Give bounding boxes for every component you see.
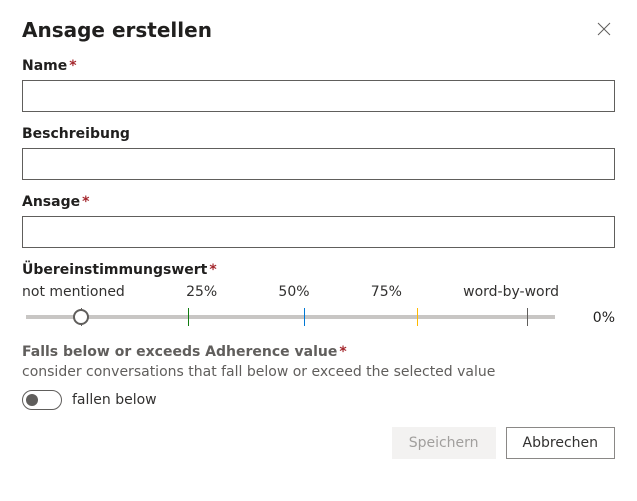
match-slider-label: Übereinstimmungswert*: [22, 262, 615, 278]
announcement-label-text: Ansage: [22, 194, 80, 210]
match-slider-field: Übereinstimmungswert* not mentioned 25% …: [22, 262, 615, 326]
slider-tick-labels: not mentioned 25% 50% 75% word-by-word: [22, 284, 559, 300]
adherence-toggle-row: fallen below: [22, 390, 615, 410]
save-button[interactable]: Speichern: [392, 427, 496, 459]
slider-area: not mentioned 25% 50% 75% word-by-word: [22, 284, 559, 326]
adherence-section: Falls below or exceeds Adherence value* …: [22, 344, 615, 410]
close-button[interactable]: [593, 18, 615, 40]
required-star: *: [339, 344, 346, 360]
description-input[interactable]: [22, 148, 615, 180]
name-label-text: Name: [22, 58, 67, 74]
dialog-header: Ansage erstellen: [22, 18, 615, 42]
dialog-footer: Speichern Abbrechen: [392, 427, 615, 459]
dialog-title: Ansage erstellen: [22, 18, 212, 42]
slider-tick-75: 75%: [371, 284, 402, 300]
match-slider-label-text: Übereinstimmungswert: [22, 262, 207, 278]
required-star: *: [209, 262, 216, 278]
description-field: Beschreibung: [22, 126, 615, 180]
adherence-helper: consider conversations that fall below o…: [22, 364, 615, 380]
close-icon: [597, 22, 611, 36]
name-label: Name*: [22, 58, 615, 74]
slider-tick-50: 50%: [278, 284, 309, 300]
description-label: Beschreibung: [22, 126, 615, 142]
adherence-title-text: Falls below or exceeds Adherence value: [22, 344, 337, 360]
adherence-title: Falls below or exceeds Adherence value*: [22, 344, 615, 360]
adherence-toggle-label: fallen below: [72, 392, 157, 408]
create-announcement-dialog: Ansage erstellen Name* Beschreibung Ansa…: [0, 0, 637, 501]
toggle-knob: [26, 394, 38, 406]
slider-tick-max: word-by-word: [463, 284, 559, 300]
slider-tick-min: not mentioned: [22, 284, 125, 300]
announcement-label: Ansage*: [22, 194, 615, 210]
required-star: *: [82, 194, 89, 210]
slider-thumb[interactable]: [73, 309, 89, 325]
slider-track[interactable]: [22, 308, 559, 326]
slider-wrap: not mentioned 25% 50% 75% word-by-word 0…: [22, 284, 615, 326]
name-field: Name*: [22, 58, 615, 112]
name-input[interactable]: [22, 80, 615, 112]
announcement-field: Ansage*: [22, 194, 615, 248]
cancel-button[interactable]: Abbrechen: [506, 427, 615, 459]
required-star: *: [69, 58, 76, 74]
slider-value: 0%: [581, 310, 615, 326]
announcement-input[interactable]: [22, 216, 615, 248]
slider-tick-25: 25%: [186, 284, 217, 300]
adherence-toggle[interactable]: [22, 390, 62, 410]
